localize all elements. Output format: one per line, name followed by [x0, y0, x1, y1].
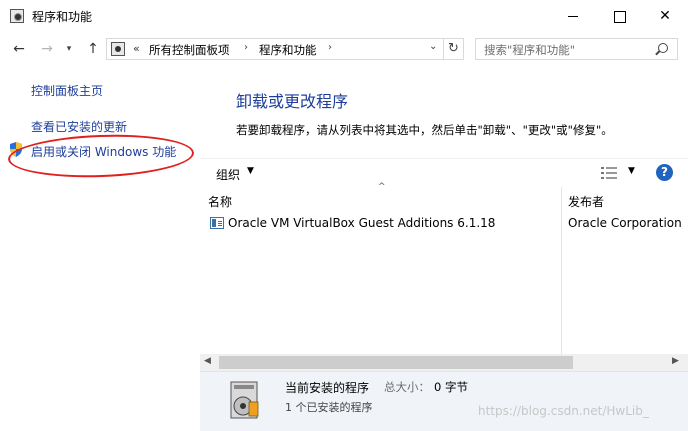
installed-programs-icon	[230, 381, 259, 419]
watermark: https://blog.csdn.net/HwLib_	[478, 404, 649, 418]
total-size-value: 0 字节	[434, 380, 468, 394]
breadcrumb-programs[interactable]: 程序和功能	[259, 42, 317, 58]
sidebar-item-installed-updates[interactable]: 查看已安装的更新	[31, 118, 127, 135]
view-options-icon[interactable]	[601, 167, 617, 179]
address-dropdown-icon[interactable]: ⌄	[429, 41, 437, 52]
address-bar[interactable]: « 所有控制面板项 › 程序和功能 › ⌄	[106, 38, 444, 60]
total-size-label: 总大小：	[384, 380, 430, 394]
breadcrumb-all-items[interactable]: 所有控制面板项	[149, 42, 230, 58]
column-header-publisher[interactable]: 发布者	[568, 193, 604, 210]
page-description: 若要卸载程序，请从列表中将其选中，然后单击"卸载"、"更改"或"修复"。	[236, 123, 613, 137]
organize-dropdown-icon[interactable]: ▼	[247, 166, 254, 176]
column-header-name[interactable]: 名称	[208, 193, 232, 210]
up-button[interactable]: ↑	[84, 40, 102, 58]
close-button[interactable]: ✕	[642, 0, 688, 32]
scroll-right-icon[interactable]: ▶	[672, 356, 679, 366]
organize-button[interactable]: 组织	[216, 166, 240, 183]
table-row[interactable]: Oracle VM VirtualBox Guest Additions 6.1…	[200, 214, 688, 234]
installed-count: 1 个已安装的程序	[285, 401, 373, 414]
title-bar: 程序和功能 ✕	[0, 0, 688, 32]
window-title: 程序和功能	[32, 10, 93, 24]
sort-ascending-icon: ^	[378, 182, 386, 192]
program-name[interactable]: Oracle VM VirtualBox Guest Additions 6.1…	[228, 216, 495, 230]
list-header: ^ 名称 发布者	[200, 182, 688, 355]
breadcrumb-separator-icon[interactable]: ›	[328, 42, 332, 53]
horizontal-scrollbar[interactable]: ◀ ▶	[200, 354, 688, 371]
search-input[interactable]: 搜索"程序和功能"	[475, 38, 678, 60]
sidebar-item-control-panel-home[interactable]: 控制面板主页	[31, 82, 103, 99]
view-dropdown-icon[interactable]: ▼	[628, 166, 635, 176]
refresh-button[interactable]: ↻	[444, 38, 464, 60]
command-bar: 组织 ▼ ▼ ?	[200, 158, 688, 187]
breadcrumb-separator-icon[interactable]: ›	[244, 42, 248, 53]
details-pane: 当前安装的程序 总大小： 0 字节 1 个已安装的程序	[200, 371, 688, 431]
sidebar: 控制面板主页 查看已安装的更新 启用或关闭 Windows 功能	[0, 66, 200, 431]
search-placeholder: 搜索"程序和功能"	[484, 43, 576, 57]
back-button[interactable]: ←	[10, 40, 28, 58]
control-panel-icon	[111, 42, 125, 56]
column-divider[interactable]	[561, 187, 562, 355]
address-overflow-icon[interactable]: «	[133, 42, 140, 55]
minimize-button[interactable]	[550, 0, 596, 32]
page-title: 卸载或更改程序	[236, 92, 349, 111]
annotation-oval	[7, 131, 195, 181]
recent-locations-button[interactable]: ▾	[60, 40, 78, 58]
navigation-bar: ← → ▾ ↑ « 所有控制面板项 › 程序和功能 › ⌄ ↻ 搜索"程序和功能…	[0, 32, 688, 66]
forward-button[interactable]: →	[38, 40, 56, 58]
details-title: 当前安装的程序	[285, 381, 370, 395]
maximize-button[interactable]	[596, 0, 642, 32]
help-icon[interactable]: ?	[656, 164, 673, 181]
scroll-left-icon[interactable]: ◀	[204, 356, 211, 366]
program-icon	[210, 217, 224, 229]
search-icon[interactable]	[658, 43, 668, 53]
program-publisher[interactable]: Oracle Corporation	[568, 216, 682, 230]
scrollbar-thumb[interactable]	[219, 356, 573, 369]
programs-icon	[10, 9, 24, 23]
